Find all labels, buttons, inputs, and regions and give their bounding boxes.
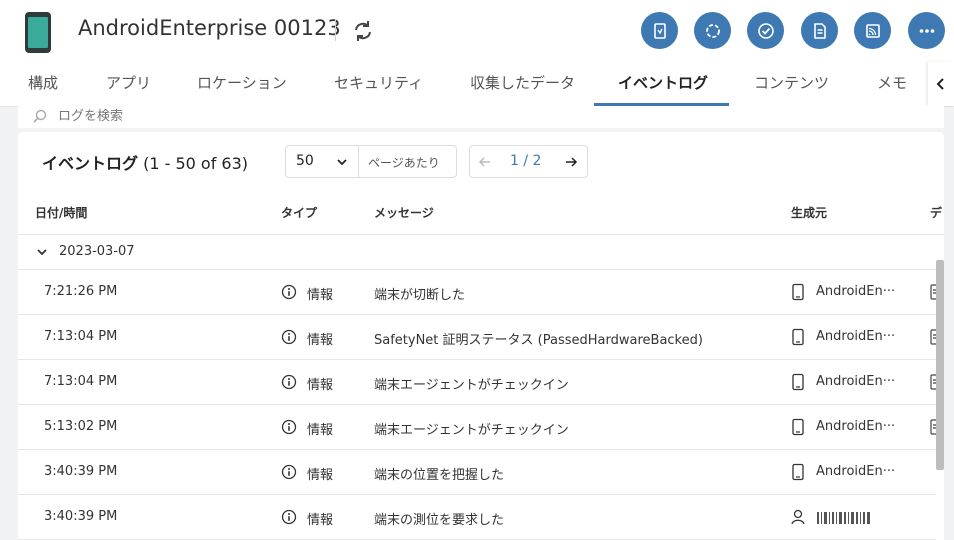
- more-button[interactable]: [908, 12, 945, 49]
- tab-collected-data[interactable]: 収集したデータ: [470, 62, 575, 107]
- android-device-icon: [25, 12, 51, 53]
- device-icon: [792, 463, 804, 481]
- table-scrollbar[interactable]: [936, 260, 944, 470]
- table-row[interactable]: 7:13:04 PM 情報 SafetyNet 証明ステータス (PassedH…: [18, 315, 942, 360]
- row-time: 3:40:39 PM: [44, 464, 118, 479]
- cast-button[interactable]: [854, 12, 891, 49]
- info-icon: [281, 419, 297, 435]
- cast-icon: [865, 23, 880, 38]
- remote-control-icon: [653, 22, 666, 39]
- check-icon: [757, 22, 774, 39]
- page-size-value: 50: [296, 153, 314, 169]
- tab-scroll-left-button[interactable]: [928, 62, 954, 106]
- row-time: 5:13:02 PM: [44, 419, 118, 434]
- column-header-datetime[interactable]: 日付/時間: [35, 204, 87, 221]
- info-icon: [281, 464, 297, 480]
- row-time: 7:13:04 PM: [44, 374, 118, 389]
- chevron-left-icon: [936, 78, 944, 90]
- tab-security[interactable]: セキュリティ: [334, 62, 423, 107]
- row-type: 情報: [307, 378, 334, 393]
- compliance-check-button[interactable]: [747, 12, 784, 49]
- more-icon: [919, 28, 934, 33]
- column-header-source[interactable]: 生成元: [791, 204, 827, 221]
- tab-content[interactable]: コンテンツ: [754, 62, 829, 107]
- redacted-source: [817, 512, 877, 524]
- log-search-input[interactable]: [58, 106, 458, 126]
- sync-button[interactable]: [694, 12, 731, 49]
- device-icon: [792, 283, 804, 301]
- document-button[interactable]: [801, 12, 838, 49]
- row-type: 情報: [307, 468, 334, 483]
- arrow-left-icon[interactable]: [476, 153, 494, 171]
- device-icon: [792, 373, 804, 391]
- table-row[interactable]: 7:13:04 PM 情報 端末エージェントがチェックイン AndroidEn·…: [18, 360, 942, 405]
- tab-configuration[interactable]: 構成: [28, 62, 58, 107]
- column-header-truncated[interactable]: デ: [930, 204, 942, 221]
- column-header-message[interactable]: メッセージ: [374, 204, 434, 221]
- info-icon: [281, 509, 297, 525]
- row-message: 端末が切断した: [374, 288, 466, 303]
- chevron-down-icon[interactable]: [36, 246, 48, 258]
- device-header: AndroidEnterprise 00123: [0, 0, 954, 62]
- page-indicator: 1 / 2: [510, 153, 542, 169]
- remote-control-button[interactable]: [641, 12, 678, 49]
- document-icon: [813, 22, 826, 39]
- date-group-row[interactable]: 2023-03-07: [18, 235, 944, 270]
- per-page-label: ページあたり: [368, 156, 440, 170]
- row-source[interactable]: AndroidEn···: [816, 374, 895, 389]
- title-divider: [335, 19, 336, 41]
- row-message: 端末の測位を要求した: [374, 513, 505, 528]
- tab-apps[interactable]: アプリ: [106, 62, 151, 107]
- page-size-control: 50 ページあたり: [285, 145, 457, 178]
- tab-bar: 構成 アプリ ロケーション セキュリティ 収集したデータ イベントログ コンテン…: [0, 62, 954, 107]
- search-icon: [33, 109, 47, 123]
- device-icon: [792, 328, 804, 346]
- row-message: 端末エージェントがチェックイン: [374, 423, 569, 438]
- device-title: AndroidEnterprise 00123: [78, 16, 341, 40]
- row-source[interactable]: AndroidEn···: [816, 329, 895, 344]
- refresh-icon[interactable]: [350, 18, 376, 44]
- row-source[interactable]: AndroidEn···: [816, 284, 895, 299]
- row-time: 3:40:39 PM: [44, 509, 118, 524]
- table-row[interactable]: 3:40:39 PM 情報 端末の位置を把握した AndroidEn···: [18, 450, 936, 495]
- info-icon: [281, 374, 297, 390]
- group-date: 2023-03-07: [59, 244, 135, 259]
- event-log-title: イベントログ: [42, 154, 139, 173]
- user-icon: [791, 509, 805, 525]
- row-type: 情報: [307, 333, 334, 348]
- row-source[interactable]: AndroidEn···: [816, 464, 895, 479]
- arrow-right-icon[interactable]: [562, 153, 580, 171]
- sync-icon: [705, 23, 720, 38]
- row-source[interactable]: AndroidEn···: [816, 419, 895, 434]
- tab-event-log[interactable]: イベントログ: [618, 62, 708, 107]
- row-message: 端末の位置を把握した: [374, 468, 505, 483]
- row-time: 7:21:26 PM: [44, 284, 118, 299]
- row-message: 端末エージェントがチェックイン: [374, 378, 569, 393]
- table-row[interactable]: 5:13:02 PM 情報 端末エージェントがチェックイン AndroidEn·…: [18, 405, 942, 450]
- device-icon: [792, 418, 804, 436]
- tab-location[interactable]: ロケーション: [197, 62, 287, 107]
- chevron-down-icon: [337, 159, 347, 166]
- table-row[interactable]: 7:21:26 PM 情報 端末が切断した AndroidEn···: [18, 270, 942, 315]
- row-time: 7:13:04 PM: [44, 329, 118, 344]
- log-search-bar: [18, 106, 944, 128]
- row-type: 情報: [307, 513, 334, 528]
- column-header-type[interactable]: タイプ: [281, 204, 317, 221]
- table-row[interactable]: 3:40:39 PM 情報 端末の測位を要求した: [18, 495, 936, 540]
- pagination: 1 / 2: [469, 145, 588, 178]
- info-icon: [281, 284, 297, 300]
- tab-notes[interactable]: メモ: [877, 62, 907, 107]
- page-size-select[interactable]: 50: [286, 146, 359, 177]
- event-log-panel: イベントログ (1 - 50 of 63) 50 ページあたり 1 / 2 日付…: [18, 132, 944, 540]
- row-type: 情報: [307, 288, 334, 303]
- event-log-range: (1 - 50 of 63): [143, 154, 249, 173]
- row-type: 情報: [307, 423, 334, 438]
- event-log-heading: イベントログ (1 - 50 of 63): [42, 150, 248, 174]
- info-icon: [281, 329, 297, 345]
- row-message: SafetyNet 証明ステータス (PassedHardwareBacked): [374, 333, 703, 348]
